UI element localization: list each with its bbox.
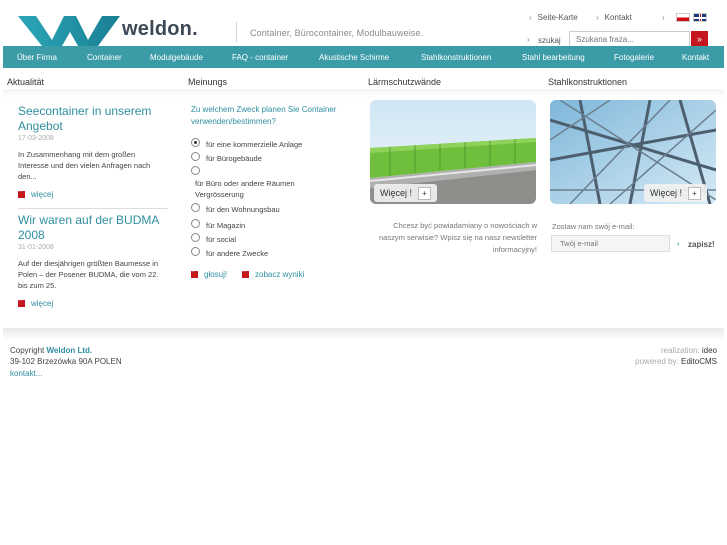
news-excerpt: Auf der diesjährigen größten Baumesse in… — [18, 259, 159, 290]
noise-walls-heading: Lärmschutzwände — [368, 77, 442, 87]
poll-option: für andere Zwecke — [206, 249, 269, 258]
logo-mark-icon — [18, 16, 120, 46]
news-date: 17-03-2008 — [18, 135, 54, 142]
news-item: Wir waren auf der BUDMA 2008 31-01-2008 … — [18, 213, 168, 308]
footer-band — [3, 328, 724, 340]
poll-heading: Meinungs — [188, 77, 228, 87]
more-label: więcej — [31, 299, 54, 308]
noise-wall-image[interactable]: Więcej ! + — [370, 100, 536, 204]
news-heading: Aktualität — [7, 77, 45, 87]
nav-item-contact[interactable]: Kontakt — [682, 53, 709, 62]
contact-link[interactable]: › Kontakt — [596, 13, 632, 22]
poll-radio[interactable] — [191, 152, 200, 161]
more-label: Więcej ! — [650, 188, 683, 198]
realization-link[interactable]: ideo — [702, 346, 717, 355]
powered-label: powered by: — [635, 357, 679, 366]
sitemap-link[interactable]: › Seite-Karte — [529, 13, 578, 22]
poll-option: für Magazin — [206, 221, 246, 230]
subscribe-button[interactable]: zapisz! — [688, 240, 715, 249]
nav-item-steel-processing[interactable]: Stahl bearbeitung — [522, 53, 585, 62]
news-excerpt: In Zusammenhang mit dem großen Interesse… — [18, 150, 151, 181]
content-top-band — [3, 89, 724, 98]
poll-radio[interactable] — [191, 247, 200, 256]
poll-option: für den Wohnungsbau — [206, 205, 280, 214]
arrow-icon — [18, 297, 25, 308]
chevron-right-icon: › — [662, 13, 665, 22]
poll-radio[interactable] — [191, 219, 200, 228]
steel-structure-image[interactable]: Więcej ! + — [550, 100, 716, 204]
poll-option: für Bürogebäude — [206, 154, 262, 163]
arrow-icon — [242, 268, 249, 279]
nav-item-gallery[interactable]: Fotogalerie — [614, 53, 654, 62]
realization-label: realization: — [660, 346, 700, 355]
powered-link[interactable]: EditoCMS — [681, 357, 717, 366]
news-divider — [18, 208, 168, 209]
news-title[interactable]: Seecontainer in unserem Angebot — [18, 104, 168, 134]
poll-radio[interactable] — [191, 166, 200, 175]
company-link[interactable]: Weldon Ltd. — [46, 346, 92, 355]
nav-item-steel-structures[interactable]: Stahlkonstruktionen — [421, 53, 491, 62]
news-more-link[interactable]: więcej — [18, 188, 168, 199]
nav-item-acoustic[interactable]: Akustische Schirme — [319, 53, 389, 62]
steel-more-button[interactable]: Więcej ! + — [644, 184, 708, 202]
news-more-link[interactable]: więcej — [18, 297, 168, 308]
plus-icon: + — [688, 187, 702, 200]
poll-question: Zu welchem Zweck planen Sie Container ve… — [191, 105, 337, 126]
tagline: Container, Bürocontainer, Modulbauweise. — [250, 28, 424, 38]
copyright-label: Copyright — [10, 346, 45, 355]
poll-radio[interactable] — [191, 138, 200, 147]
more-label: więcej — [31, 190, 54, 199]
copyright: Copyright Weldon Ltd. — [10, 346, 92, 355]
powered-by: powered by: EditoCMS — [635, 357, 717, 366]
search-label: szukaj — [538, 36, 561, 45]
nav-item-about[interactable]: Über Firma — [17, 53, 57, 62]
steel-heading: Stahlkonstruktionen — [548, 77, 628, 87]
english-flag-icon[interactable] — [693, 13, 707, 22]
poll-radio[interactable] — [191, 203, 200, 212]
email-input[interactable] — [551, 235, 670, 252]
newsletter-text: Chcesz być powiadamiany o nowościach w n… — [379, 221, 537, 254]
email-label: Zostaw nam swój e-mail: — [552, 222, 635, 231]
nav-item-container[interactable]: Container — [87, 53, 122, 62]
news-title[interactable]: Wir waren auf der BUDMA 2008 — [18, 213, 168, 243]
chevron-right-icon: › — [596, 13, 599, 22]
sitemap-label: Seite-Karte — [537, 13, 578, 22]
realization: realization: ideo — [661, 346, 717, 355]
poll-option: für Büro oder andere Räumen Vergrösserun… — [195, 179, 295, 199]
header-divider — [236, 22, 237, 42]
poll-option: für social — [206, 235, 237, 244]
poll-option: für eine kommerzielle Anlage — [206, 140, 303, 149]
main-nav: Über Firma Container Modulgebäude FAQ - … — [3, 46, 724, 68]
news-date: 31-01-2008 — [18, 244, 54, 251]
plus-icon: + — [418, 187, 432, 200]
chevron-right-icon: › — [677, 239, 680, 248]
nav-item-modular[interactable]: Modulgebäude — [150, 53, 203, 62]
vote-button[interactable]: głosuj! — [191, 268, 228, 279]
logo-text: weldon. — [122, 18, 198, 40]
chevron-right-icon: › — [527, 35, 530, 44]
polish-flag-icon[interactable] — [676, 13, 690, 22]
vote-label: głosuj! — [204, 270, 228, 279]
address: 39-102 Brzezówka 90A POLEN — [10, 357, 122, 366]
nav-item-faq[interactable]: FAQ - container — [232, 53, 288, 62]
noise-wall-more-button[interactable]: Więcej ! + — [374, 184, 438, 202]
contact-label: Kontakt — [604, 13, 632, 22]
news-item: Seecontainer in unserem Angebot 17-03-20… — [18, 104, 168, 199]
results-link[interactable]: zobacz wyniki — [242, 268, 305, 279]
logo[interactable]: weldon. — [18, 14, 208, 48]
arrow-icon — [191, 268, 198, 279]
results-label: zobacz wyniki — [255, 270, 305, 279]
footer-contact-link[interactable]: kontakt... — [10, 369, 42, 378]
chevron-right-icon: › — [529, 13, 532, 22]
more-label: Więcej ! — [380, 188, 413, 198]
arrow-icon — [18, 188, 25, 199]
poll-radio[interactable] — [191, 233, 200, 242]
